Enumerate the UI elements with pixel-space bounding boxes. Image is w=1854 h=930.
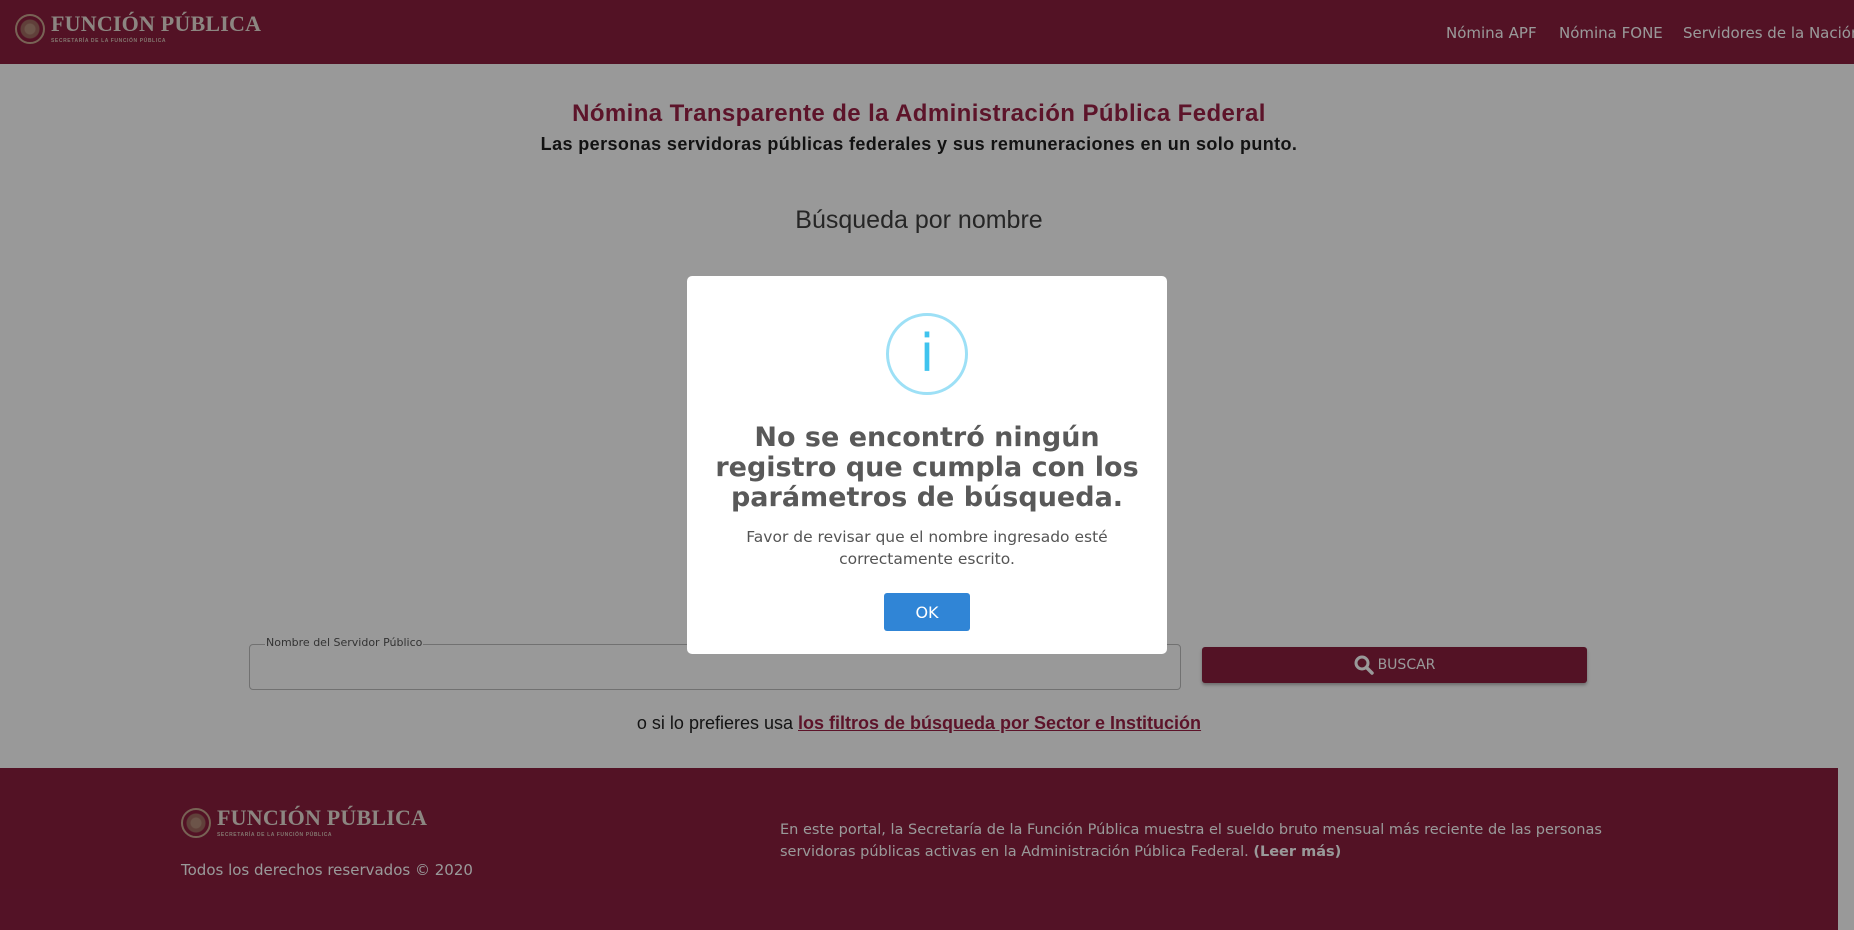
dialog-title: No se encontró ningún registro que cumpl… (715, 422, 1139, 513)
dialog-message: Favor de revisar que el nombre ingresado… (746, 528, 1108, 568)
info-icon: i (886, 313, 968, 395)
alert-dialog: i No se encontró ningún registro que cum… (687, 276, 1167, 654)
ok-button[interactable]: OK (884, 593, 970, 631)
